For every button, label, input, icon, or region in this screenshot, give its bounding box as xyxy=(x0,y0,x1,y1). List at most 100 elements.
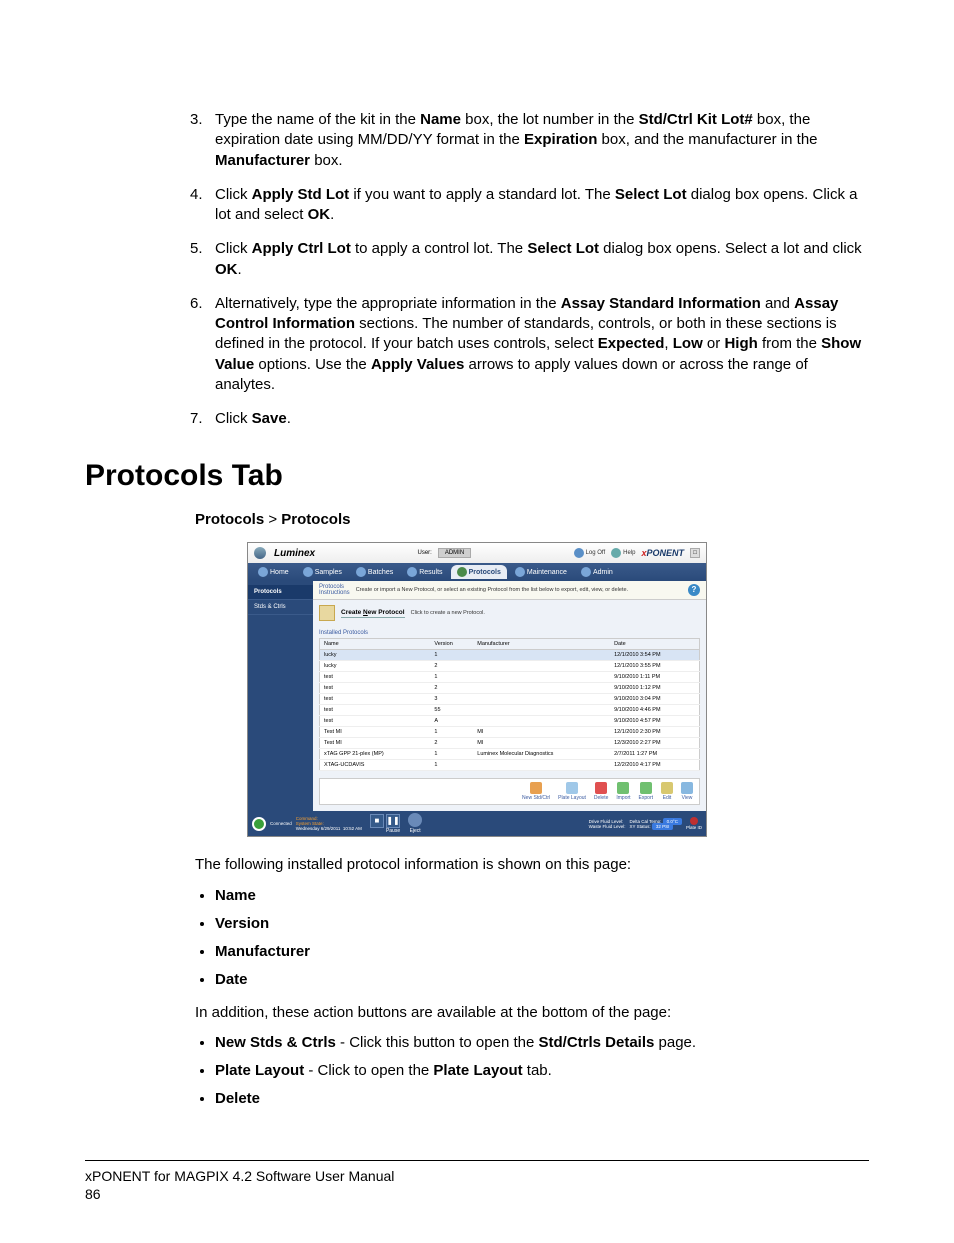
context-help-icon[interactable]: ? xyxy=(688,584,700,596)
app-screenshot: Luminex User: ADMIN Log Off Help xPONENT… xyxy=(247,542,707,837)
step-4: Click Apply Std Lot if you want to apply… xyxy=(215,185,869,226)
step-5: Click Apply Ctrl Lot to apply a control … xyxy=(215,239,869,280)
eject-button[interactable] xyxy=(408,813,422,827)
footer-rule xyxy=(85,1160,869,1161)
table-row[interactable]: xTAG GPP 21-plex (MP)1Luminex Molecular … xyxy=(320,749,700,760)
brand-name: Luminex xyxy=(274,548,315,559)
create-desc: Click to create a new Protocol. xyxy=(411,610,485,616)
tab-icon xyxy=(303,567,313,577)
status-date: Wednesday 6/29/2011 xyxy=(296,826,341,831)
plate-id-label: Plate ID xyxy=(686,825,702,830)
section-title: Protocols Tab xyxy=(85,459,869,493)
info-bullet: Name xyxy=(215,886,869,906)
table-row[interactable]: testA9/10/2010 4:57 PM xyxy=(320,716,700,727)
tab-icon xyxy=(356,567,366,577)
action-edit[interactable]: Edit xyxy=(661,782,673,801)
new-protocol-icon[interactable] xyxy=(319,605,335,621)
tab-icon xyxy=(407,567,417,577)
tab-protocols[interactable]: Protocols xyxy=(451,565,507,579)
tab-maintenance[interactable]: Maintenance xyxy=(509,565,573,579)
bullet-new-stds: New Stds & Ctrls - Click this button to … xyxy=(215,1033,869,1053)
tab-samples[interactable]: Samples xyxy=(297,565,348,579)
col-date[interactable]: Date xyxy=(610,639,699,650)
table-row[interactable]: test559/10/2010 4:46 PM xyxy=(320,705,700,716)
tab-home[interactable]: Home xyxy=(252,565,295,579)
user-label: User: xyxy=(418,550,432,556)
tab-results[interactable]: Results xyxy=(401,565,448,579)
create-new-protocol-link[interactable]: Create New Protocol xyxy=(341,609,405,618)
col-version[interactable]: Version xyxy=(430,639,473,650)
table-row[interactable]: test29/10/2010 1:12 PM xyxy=(320,683,700,694)
action-view[interactable]: View xyxy=(681,782,693,801)
table-row[interactable]: test39/10/2010 3:04 PM xyxy=(320,694,700,705)
tab-batches[interactable]: Batches xyxy=(350,565,399,579)
action-delete[interactable]: Delete xyxy=(594,782,608,801)
action-import[interactable]: Import xyxy=(616,782,630,801)
brand-logo-icon xyxy=(254,547,266,559)
tab-icon xyxy=(581,567,591,577)
action-icon xyxy=(530,782,542,794)
table-row[interactable]: XTAG-UCDAVIS112/2/2010 4:17 PM xyxy=(320,760,700,771)
action-bar: New Std/Ctrl Plate Layout Delete Import Expo… xyxy=(319,778,700,805)
connected-icon xyxy=(252,817,266,831)
xy-status-label: XY Status: xyxy=(629,824,650,829)
col-name[interactable]: Name xyxy=(320,639,431,650)
sidebar: ProtocolsStds & Ctrls xyxy=(248,581,313,811)
footer: xPONENT for MAGPIX 4.2 Software User Man… xyxy=(85,1167,869,1203)
pause-button[interactable]: ❚❚ xyxy=(386,814,400,828)
info-bullet: Manufacturer xyxy=(215,942,869,962)
create-protocol-row: Create New Protocol Click to create a ne… xyxy=(313,600,706,626)
action-icon xyxy=(566,782,578,794)
table-row[interactable]: lucky212/1/2010 3:55 PM xyxy=(320,661,700,672)
xy-status-value: 32 PSI xyxy=(652,823,674,830)
sidebar-item-stds-ctrls[interactable]: Stds & Ctrls xyxy=(248,600,313,615)
action-icon xyxy=(640,782,652,794)
info-bullets: Name Version Manufacturer Date xyxy=(195,886,869,991)
logoff-icon xyxy=(574,548,584,558)
sidebar-item-protocols[interactable]: Protocols xyxy=(248,585,313,600)
after-screenshot-text: The following installed protocol informa… xyxy=(195,855,869,875)
instructions-bar: Protocols Instructions Create or import … xyxy=(313,581,706,600)
action-new-std-ctrl[interactable]: New Std/Ctrl xyxy=(522,782,550,801)
logoff-button[interactable]: Log Off xyxy=(574,548,606,558)
action-icon xyxy=(681,782,693,794)
instr-label: Instructions xyxy=(319,590,350,596)
stop-button[interactable]: ■ xyxy=(370,814,384,828)
action-icon xyxy=(661,782,673,794)
help-button[interactable]: Help xyxy=(611,548,635,558)
action-icon xyxy=(617,782,629,794)
tab-icon xyxy=(515,567,525,577)
col-manufacturer[interactable]: Manufacturer xyxy=(473,639,610,650)
window-close-icon[interactable]: □ xyxy=(690,548,700,558)
action-plate-layout[interactable]: Plate Layout xyxy=(558,782,586,801)
instr-text: Create or import a New Protocol, or sele… xyxy=(356,587,682,593)
table-row[interactable]: lucky112/1/2010 3:54 PM xyxy=(320,650,700,661)
waste-fluid-label: Waste Fluid Level: xyxy=(589,824,626,829)
help-icon xyxy=(611,548,621,558)
page-number: 86 xyxy=(85,1185,869,1203)
info-bullet: Date xyxy=(215,970,869,990)
action-export[interactable]: Export xyxy=(639,782,653,801)
numbered-steps: Type the name of the kit in the Name box… xyxy=(85,110,869,429)
tab-admin[interactable]: Admin xyxy=(575,565,619,579)
title-bar: Luminex User: ADMIN Log Off Help xPONENT… xyxy=(248,543,706,563)
eject-label: Eject xyxy=(410,828,421,834)
table-row[interactable]: Test MI1MI12/1/2010 2:30 PM xyxy=(320,727,700,738)
table-row[interactable]: Test MI2MI12/3/2010 2:27 PM xyxy=(320,738,700,749)
plate-indicator-icon xyxy=(690,817,698,825)
action-bullets: New Stds & Ctrls - Click this button to … xyxy=(195,1033,869,1110)
bullet-delete: Delete xyxy=(215,1089,869,1109)
main-tabs: HomeSamplesBatchesResultsProtocolsMainte… xyxy=(248,563,706,581)
pause-label: Pause xyxy=(386,828,400,834)
action-icon xyxy=(595,782,607,794)
status-time: 10:52 AM xyxy=(343,826,362,831)
tab-icon xyxy=(258,567,268,577)
info-bullet: Version xyxy=(215,914,869,934)
breadcrumb: Protocols > Protocols xyxy=(195,511,869,528)
tab-icon xyxy=(457,567,467,577)
table-row[interactable]: test19/10/2010 1:11 PM xyxy=(320,672,700,683)
status-bar: Connected Command: System State: Wednesd… xyxy=(248,811,706,836)
user-value: ADMIN xyxy=(438,548,471,558)
protocols-table[interactable]: NameVersionManufacturerDate lucky112/1/2… xyxy=(319,638,700,771)
installed-protocols-label: Installed Protocols xyxy=(319,630,706,636)
